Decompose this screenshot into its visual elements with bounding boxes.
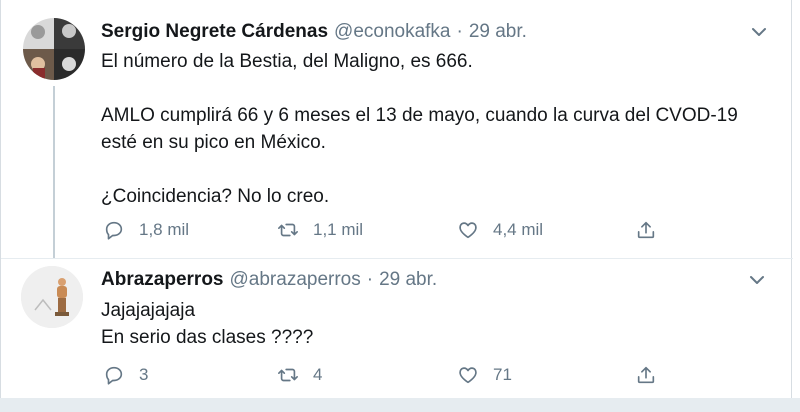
separator: ·	[366, 269, 374, 290]
reply-button[interactable]: 3	[103, 361, 148, 389]
tweet-econokafka[interactable]: Sergio Negrete Cárdenas @econokafka · 29…	[1, 0, 793, 259]
tweet-actions: 1,8 mil 1,1 mil 4,4 mil	[101, 216, 681, 244]
thread-connector	[53, 86, 55, 258]
like-button[interactable]: 71	[457, 361, 512, 389]
separator: ·	[456, 21, 463, 42]
tweet-actions: 3 4 71	[101, 361, 681, 389]
tweet-header: Sergio Negrete Cárdenas @econokafka · 29…	[101, 18, 527, 46]
reply-count: 1,8 mil	[139, 220, 190, 239]
timeline-gap	[0, 398, 800, 412]
retweet-count: 4	[313, 365, 323, 384]
avatar[interactable]	[21, 266, 83, 328]
share-icon	[637, 366, 655, 384]
retweet-count: 1,1 mil	[313, 220, 364, 239]
author-name[interactable]: Abrazaperros	[101, 269, 224, 291]
share-button[interactable]	[635, 216, 671, 244]
reply-button[interactable]: 1,8 mil	[103, 216, 189, 244]
retweet-button[interactable]: 4	[277, 361, 322, 389]
tweet-text: El número de la Bestia, del Maligno, es …	[101, 51, 738, 207]
like-button[interactable]: 4,4 mil	[457, 216, 543, 244]
author-handle[interactable]: @econokafka	[334, 21, 450, 43]
tweet-header: Abrazaperros @abrazaperros · 29 abr.	[101, 266, 437, 294]
reply-count: 3	[139, 365, 149, 384]
tweet-text: Jajajajajaja En serio das clases ????	[101, 300, 314, 348]
reply-icon	[105, 366, 123, 385]
like-count: 71	[493, 365, 512, 384]
chevron-down-icon[interactable]	[745, 268, 769, 292]
timeline-frame: Sergio Negrete Cárdenas @econokafka · 29…	[0, 0, 793, 404]
tweet-date[interactable]: 29 abr.	[379, 269, 437, 291]
share-icon	[637, 221, 655, 239]
tweet-date[interactable]: 29 abr.	[469, 21, 527, 43]
retweet-icon	[278, 223, 298, 237]
author-name[interactable]: Sergio Negrete Cárdenas	[101, 21, 328, 43]
retweet-icon	[278, 368, 298, 382]
author-handle[interactable]: @abrazaperros	[230, 269, 361, 291]
retweet-button[interactable]: 1,1 mil	[277, 216, 363, 244]
reply-icon	[105, 221, 123, 240]
avatar[interactable]	[23, 18, 85, 80]
like-icon	[459, 222, 477, 239]
share-button[interactable]	[635, 361, 671, 389]
like-count: 4,4 mil	[493, 220, 544, 239]
chevron-down-icon[interactable]	[747, 20, 771, 44]
like-icon	[459, 367, 477, 384]
